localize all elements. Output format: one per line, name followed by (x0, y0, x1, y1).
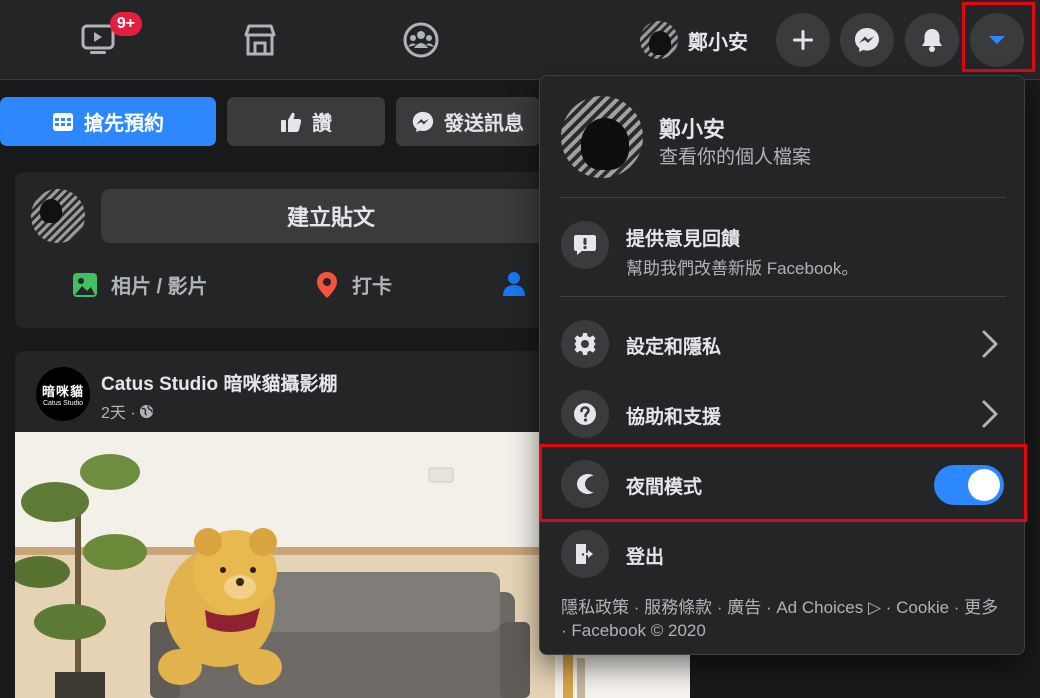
create-post-input[interactable]: 建立貼文 (101, 189, 561, 243)
logout-item-icon-wrap (561, 530, 609, 578)
top-navigation-bar: 9+ 鄭小安 (0, 0, 1040, 80)
footer-links-line[interactable]: 隱私政策 · 服務條款 · 廣告 · Ad Choices ▷ · Cookie… (561, 596, 1011, 619)
highlight-account-menu (962, 2, 1035, 72)
divider (560, 197, 1006, 198)
menu-profile-name[interactable]: 鄭小安 (659, 112, 725, 144)
post-page-name[interactable]: Catus Studio 暗咪貓攝影棚 (101, 369, 337, 396)
messenger-button[interactable] (840, 13, 894, 67)
photo-video-label: 相片 / 影片 (111, 276, 208, 298)
photo-icon (73, 272, 97, 297)
highlight-dark-mode (539, 444, 1027, 522)
like-label: 讚 (312, 113, 332, 135)
send-message-label: 發送訊息 (444, 113, 524, 135)
post-meta: 2天 · (101, 399, 154, 423)
account-dropdown-menu: 鄭小安 查看你的個人檔案 提供意見回饋 幫助我們改善新版 Facebook。 設… (539, 75, 1025, 655)
create-button[interactable] (776, 13, 830, 67)
avatar[interactable] (561, 96, 643, 178)
profile-name: 鄭小安 (688, 31, 748, 54)
plus-icon (793, 30, 813, 50)
post-time[interactable]: 2天 · (101, 399, 136, 423)
chevron-right-icon (982, 330, 998, 358)
tag-friends-button[interactable] (503, 270, 533, 298)
notifications-button[interactable] (905, 13, 959, 67)
page-avatar-subtext: Catus Studio (42, 400, 84, 407)
avatar (31, 189, 85, 243)
messenger-icon (855, 28, 879, 52)
groups-icon (403, 22, 439, 58)
profile-shortcut[interactable]: 鄭小安 (640, 20, 748, 60)
checkin-button[interactable]: 打卡 (314, 270, 392, 299)
marketplace-icon (244, 24, 276, 56)
notification-count-badge: 9+ (110, 12, 142, 36)
question-icon (574, 403, 596, 425)
page-avatar-logo-text: 暗咪貓 (41, 384, 84, 399)
logout-item[interactable]: 登出 (626, 542, 664, 569)
logout-icon (576, 544, 593, 564)
feedback-subtext: 幫助我們改善新版 Facebook。 (626, 259, 859, 278)
like-page-button[interactable]: 讚 (227, 97, 385, 146)
marketplace-tab[interactable] (240, 20, 280, 60)
divider (560, 296, 1006, 297)
tag-people-icon (503, 272, 525, 296)
see-profile-link[interactable]: 查看你的個人檔案 (659, 142, 811, 169)
avatar (640, 21, 678, 59)
bell-icon (922, 29, 942, 52)
calendar-icon (53, 112, 73, 131)
checkin-label: 打卡 (352, 276, 392, 298)
create-post-label: 建立貼文 (286, 205, 375, 230)
groups-tab[interactable] (401, 20, 441, 60)
messenger-icon (412, 111, 434, 132)
settings-privacy-item[interactable]: 設定和隱私 (626, 332, 721, 359)
globe-icon (139, 404, 153, 418)
feedback-icon (574, 235, 596, 255)
help-item-icon-wrap (561, 390, 609, 438)
gear-icon (574, 333, 596, 355)
settings-item-icon-wrap (561, 320, 609, 368)
thumbs-up-icon (281, 112, 302, 132)
book-now-label: 搶先預約 (84, 113, 164, 135)
photo-video-button[interactable]: 相片 / 影片 (71, 270, 208, 299)
location-pin-icon (317, 271, 337, 298)
chevron-right-icon (982, 400, 998, 428)
feedback-item[interactable]: 提供意見回饋 (626, 224, 740, 251)
menu-footer-links: 隱私政策 · 服務條款 · 廣告 · Ad Choices ▷ · Cookie… (561, 596, 1011, 642)
help-support-item[interactable]: 協助和支援 (626, 402, 721, 429)
page-avatar[interactable]: 暗咪貓 Catus Studio (36, 367, 90, 421)
feedback-item-icon-wrap (561, 221, 609, 269)
book-now-button[interactable]: 搶先預約 (0, 97, 216, 146)
footer-copyright: · Facebook © 2020 (561, 621, 706, 640)
send-message-button[interactable]: 發送訊息 (396, 97, 540, 146)
